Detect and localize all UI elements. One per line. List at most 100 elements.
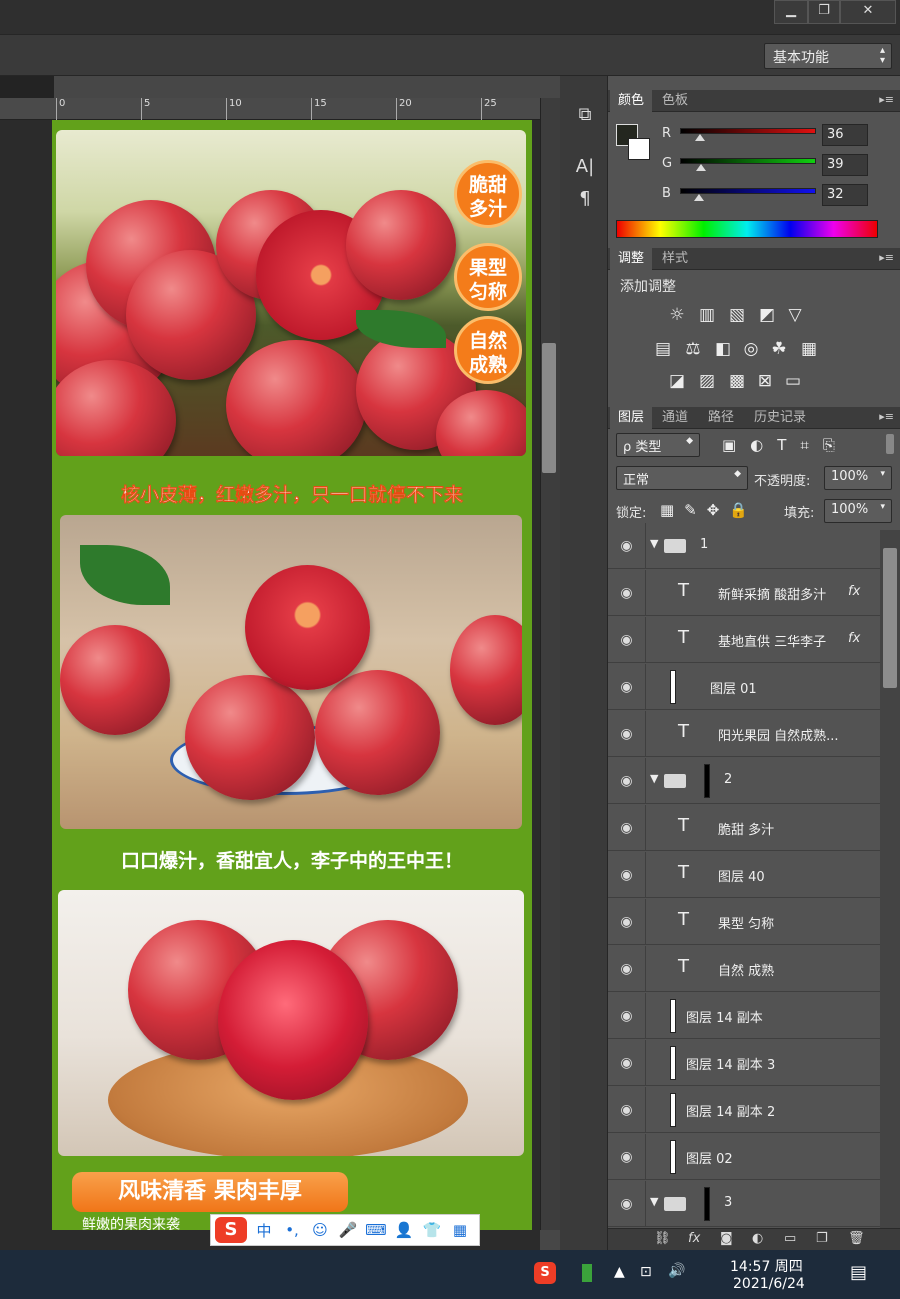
- fill-field[interactable]: 100% ▾: [824, 499, 892, 523]
- expand-arrow-icon[interactable]: ▼: [650, 1195, 658, 1208]
- layer-row[interactable]: ◉ ▼ 3: [608, 1181, 880, 1227]
- character-icon[interactable]: A|: [572, 156, 598, 180]
- invert-icon[interactable]: ◪: [666, 370, 688, 392]
- volume-icon[interactable]: 🔊: [668, 1263, 685, 1279]
- g-slider[interactable]: [680, 158, 816, 171]
- layer-filter-select[interactable]: ρ 类型 ◆: [616, 433, 700, 457]
- fx-icon[interactable]: fx: [688, 1231, 700, 1246]
- color-balance-icon[interactable]: ⚖: [682, 338, 704, 360]
- threshold-icon[interactable]: ▩: [726, 370, 748, 392]
- workspace-select[interactable]: 基本功能 ▴ ▾: [764, 43, 892, 69]
- layer-row[interactable]: ◉ 图层 02: [608, 1134, 880, 1180]
- g-value[interactable]: 39: [822, 154, 868, 176]
- layer-name[interactable]: 脆甜 多汁: [718, 819, 774, 838]
- emoji-icon[interactable]: ☺: [309, 1221, 331, 1239]
- adjustment-layer-icon[interactable]: ◐: [752, 1231, 763, 1246]
- layer-name[interactable]: 新鲜采摘 酸甜多汁: [718, 584, 826, 603]
- visibility-eye-icon[interactable]: ◉: [608, 993, 646, 1039]
- photo-filter-icon[interactable]: ◎: [740, 338, 762, 360]
- close-button[interactable]: ✕: [840, 0, 896, 24]
- b-value[interactable]: 32: [822, 184, 868, 206]
- paragraph-icon[interactable]: ¶: [572, 188, 598, 212]
- panel-menu-icon[interactable]: ▸≡: [879, 251, 894, 264]
- sogou-logo-icon[interactable]: S: [215, 1217, 247, 1243]
- tab-adjustments[interactable]: 调整: [610, 248, 653, 270]
- layers-scroll-thumb[interactable]: [883, 548, 897, 688]
- filter-toggle[interactable]: [886, 434, 894, 454]
- filter-icons[interactable]: ▣◐T⌗⎘: [722, 436, 849, 454]
- layer-name[interactable]: 图层 02: [686, 1148, 733, 1167]
- punctuation-icon[interactable]: •,: [281, 1221, 303, 1239]
- layer-name[interactable]: 图层 01: [710, 678, 757, 697]
- panel-menu-icon[interactable]: ▸≡: [879, 410, 894, 423]
- curves-icon[interactable]: ▧: [726, 304, 748, 326]
- visibility-eye-icon[interactable]: ◉: [608, 946, 646, 992]
- layer-row[interactable]: ◉ T 图层 40: [608, 852, 880, 898]
- visibility-eye-icon[interactable]: ◉: [608, 664, 646, 710]
- visibility-eye-icon[interactable]: ◉: [608, 805, 646, 851]
- visibility-eye-icon[interactable]: ◉: [608, 1134, 646, 1180]
- visibility-eye-icon[interactable]: ◉: [608, 1087, 646, 1133]
- b-slider[interactable]: [680, 188, 816, 201]
- expand-arrow-icon[interactable]: ▼: [650, 537, 658, 550]
- clock-date[interactable]: 2021/6/24: [733, 1276, 805, 1292]
- exposure-icon[interactable]: ◩: [756, 304, 778, 326]
- layer-name[interactable]: 3: [724, 1195, 732, 1210]
- layer-name[interactable]: 果型 匀称: [718, 913, 774, 932]
- layer-name[interactable]: 图层 40: [718, 866, 765, 885]
- visibility-eye-icon[interactable]: ◉: [608, 1040, 646, 1086]
- r-value[interactable]: 36: [822, 124, 868, 146]
- posterize-icon[interactable]: ▨: [696, 370, 718, 392]
- layer-name[interactable]: 自然 成熟: [718, 960, 774, 979]
- blend-mode-select[interactable]: 正常 ◆: [616, 466, 748, 490]
- link-layers-icon[interactable]: ⛓: [654, 1231, 671, 1246]
- visibility-eye-icon[interactable]: ◉: [608, 523, 646, 569]
- network-icon[interactable]: ⊡: [640, 1264, 652, 1280]
- tab-color[interactable]: 颜色: [610, 90, 653, 112]
- minimize-button[interactable]: ▁: [774, 0, 808, 24]
- tab-history[interactable]: 历史记录: [746, 407, 814, 429]
- tab-layers[interactable]: 图层: [610, 407, 653, 429]
- slider-knob[interactable]: [693, 194, 704, 201]
- layer-row[interactable]: ◉ T 基地直供 三华李子 fx: [608, 617, 880, 663]
- tab-channels[interactable]: 通道: [654, 407, 696, 429]
- layer-row[interactable]: ◉ 图层 14 副本: [608, 993, 880, 1039]
- visibility-eye-icon[interactable]: ◉: [608, 852, 646, 898]
- user-icon[interactable]: 👤: [393, 1221, 415, 1239]
- visibility-eye-icon[interactable]: ◉: [608, 570, 646, 616]
- selective-color-icon[interactable]: ⊠: [754, 370, 776, 392]
- keyboard-icon[interactable]: ⌨: [365, 1221, 387, 1239]
- mask-icon[interactable]: ◙: [720, 1231, 733, 1246]
- fx-badge-icon[interactable]: fx: [848, 584, 860, 599]
- panel-menu-icon[interactable]: ▸≡: [879, 93, 894, 106]
- new-group-icon[interactable]: ▭: [784, 1231, 796, 1246]
- black-white-icon[interactable]: ◧: [712, 338, 734, 360]
- canvas-scrollbar[interactable]: [540, 98, 560, 1230]
- gradient-map-icon[interactable]: ▭: [782, 370, 804, 392]
- tray-chevron-icon[interactable]: ▲: [614, 1264, 625, 1280]
- clock-time[interactable]: 14:57 周四: [730, 1256, 803, 1276]
- layer-name[interactable]: 1: [700, 537, 708, 552]
- fx-badge-icon[interactable]: fx: [848, 631, 860, 646]
- layer-row[interactable]: ◉ 图层 14 副本 2: [608, 1087, 880, 1133]
- layer-name[interactable]: 阳光果园 自然成熟...: [718, 725, 839, 744]
- opacity-field[interactable]: 100% ▾: [824, 466, 892, 490]
- tab-swatches[interactable]: 色板: [654, 90, 696, 112]
- visibility-eye-icon[interactable]: ◉: [608, 1181, 646, 1227]
- vibrance-icon[interactable]: ▽: [784, 304, 806, 326]
- layer-row[interactable]: ◉ 图层 01: [608, 664, 880, 710]
- new-layer-icon[interactable]: ❐: [816, 1231, 828, 1246]
- layer-row[interactable]: ◉ 图层 14 副本 3: [608, 1040, 880, 1086]
- r-slider[interactable]: [680, 128, 816, 141]
- layer-name[interactable]: 图层 14 副本 2: [686, 1101, 775, 1120]
- document-canvas[interactable]: 脆甜 多汁 果型 匀称 自然 成熟 核小皮薄，红嫩多汁，只一口就停不下来 口口爆汁，香…: [52, 120, 532, 1230]
- ime-lang-toggle[interactable]: 中: [253, 1220, 275, 1241]
- trash-icon[interactable]: 🗑: [848, 1231, 865, 1246]
- expand-arrow-icon[interactable]: ▼: [650, 772, 658, 785]
- notification-icon[interactable]: ▤: [850, 1262, 867, 1283]
- lock-icons[interactable]: ▦✎✥🔒: [660, 501, 758, 519]
- tab-paths[interactable]: 路径: [700, 407, 742, 429]
- layer-row[interactable]: ◉ T 新鲜采摘 酸甜多汁 fx: [608, 570, 880, 616]
- visibility-eye-icon[interactable]: ◉: [608, 711, 646, 757]
- slider-knob[interactable]: [696, 164, 707, 171]
